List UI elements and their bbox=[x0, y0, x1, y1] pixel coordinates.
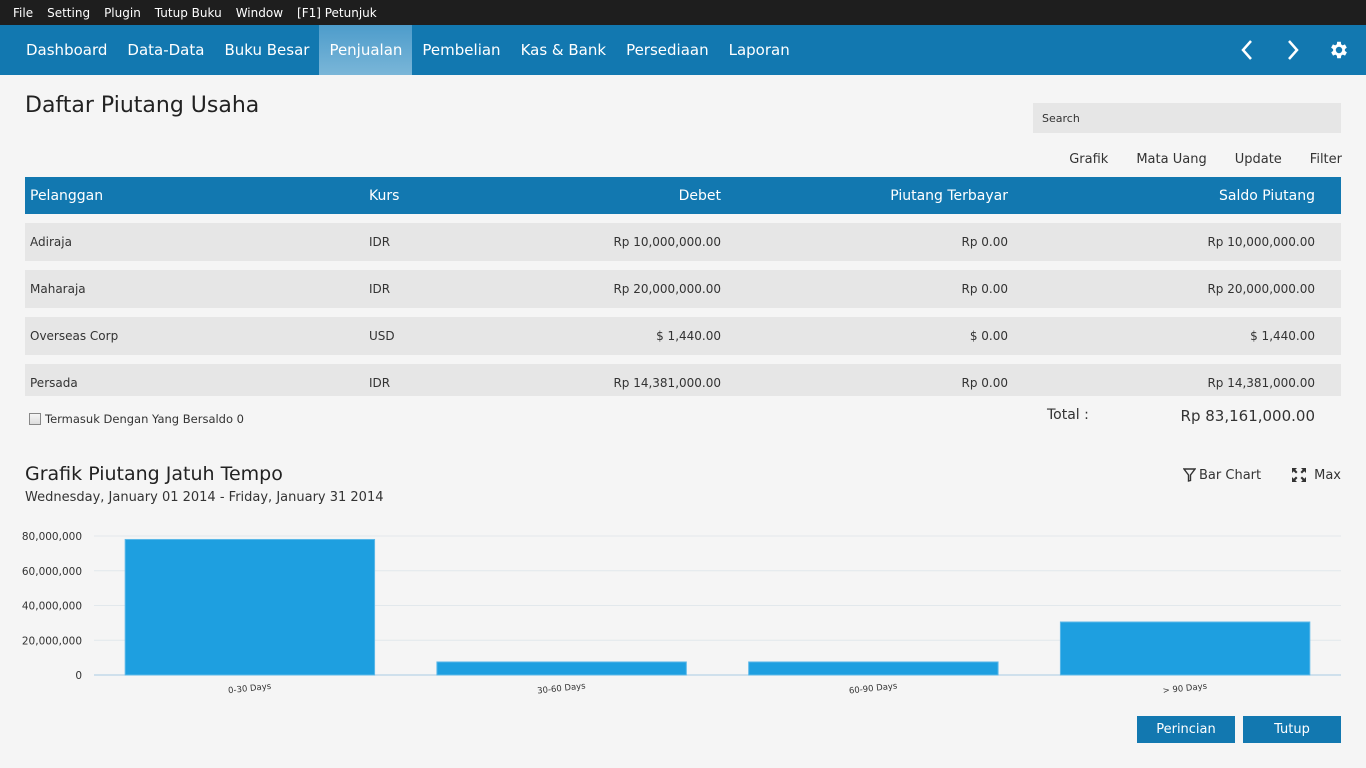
cell-pelanggan: Persada bbox=[25, 370, 364, 390]
cell-pelanggan: Maharaja bbox=[25, 282, 364, 296]
cell-debet: $ 1,440.00 bbox=[464, 329, 721, 343]
x-tick-label: 0-30 Days bbox=[228, 682, 273, 697]
cell-terbayar: Rp 0.00 bbox=[721, 370, 1008, 390]
main-nav: Dashboard Data-Data Buku Besar Penjualan… bbox=[0, 25, 1366, 75]
x-tick-label: 60-90 Days bbox=[848, 681, 898, 696]
cell-debet: Rp 10,000,000.00 bbox=[464, 235, 721, 249]
total-label: Total : bbox=[1047, 407, 1089, 423]
tab-pembelian[interactable]: Pembelian bbox=[412, 25, 510, 75]
tab-kas-bank[interactable]: Kas & Bank bbox=[511, 25, 617, 75]
bar--90-days bbox=[1060, 622, 1309, 675]
back-button[interactable] bbox=[1224, 25, 1270, 75]
tab-data-data[interactable]: Data-Data bbox=[117, 25, 214, 75]
cell-pelanggan: Overseas Corp bbox=[25, 329, 364, 343]
menu-tutup-buku[interactable]: Tutup Buku bbox=[148, 6, 229, 20]
mata-uang-link[interactable]: Mata Uang bbox=[1136, 152, 1206, 167]
table-row[interactable]: Maharaja IDR Rp 20,000,000.00 Rp 0.00 Rp… bbox=[25, 270, 1341, 308]
menu-setting[interactable]: Setting bbox=[40, 6, 97, 20]
cell-terbayar: Rp 0.00 bbox=[721, 282, 1008, 296]
y-tick-label: 40,000,000 bbox=[22, 601, 82, 613]
chevron-left-icon bbox=[1240, 39, 1254, 61]
receivables-table: Pelanggan Kurs Debet Piutang Terbayar Sa… bbox=[25, 177, 1341, 396]
checkbox-box[interactable] bbox=[29, 413, 41, 425]
cell-saldo: Rp 10,000,000.00 bbox=[1008, 235, 1315, 249]
cell-saldo: Rp 14,381,000.00 bbox=[1008, 370, 1315, 390]
cell-saldo: Rp 20,000,000.00 bbox=[1008, 282, 1315, 296]
update-link[interactable]: Update bbox=[1235, 152, 1282, 167]
tab-laporan[interactable]: Laporan bbox=[719, 25, 800, 75]
bar-chart-label: Bar Chart bbox=[1199, 468, 1261, 483]
filter-icon bbox=[1183, 468, 1196, 482]
filter-link[interactable]: Filter bbox=[1310, 152, 1342, 167]
chart-toolbar: Bar Chart Max bbox=[1153, 467, 1341, 483]
col-saldo-piutang[interactable]: Saldo Piutang bbox=[1008, 188, 1315, 204]
cell-terbayar: Rp 0.00 bbox=[721, 235, 1008, 249]
cell-terbayar: $ 0.00 bbox=[721, 329, 1008, 343]
menu-window[interactable]: Window bbox=[229, 6, 290, 20]
cell-kurs: IDR bbox=[364, 235, 464, 249]
bar-30-60-days bbox=[437, 662, 686, 675]
tab-buku-besar[interactable]: Buku Besar bbox=[214, 25, 319, 75]
table-header: Pelanggan Kurs Debet Piutang Terbayar Sa… bbox=[25, 177, 1341, 214]
cell-saldo: $ 1,440.00 bbox=[1008, 329, 1315, 343]
col-kurs[interactable]: Kurs bbox=[364, 188, 464, 204]
chart-date-range: Wednesday, January 01 2014 - Friday, Jan… bbox=[25, 490, 384, 505]
cell-debet: Rp 20,000,000.00 bbox=[464, 282, 721, 296]
grafik-link[interactable]: Grafik bbox=[1069, 152, 1108, 167]
gear-icon bbox=[1328, 39, 1350, 61]
tab-penjualan[interactable]: Penjualan bbox=[319, 25, 412, 75]
cell-kurs: USD bbox=[364, 329, 464, 343]
y-tick-label: 0 bbox=[75, 670, 82, 682]
maximize-icon bbox=[1291, 467, 1307, 483]
total-value: Rp 83,161,000.00 bbox=[1181, 407, 1315, 425]
table-row[interactable]: Persada IDR Rp 14,381,000.00 Rp 0.00 Rp … bbox=[25, 364, 1341, 396]
page-title: Daftar Piutang Usaha bbox=[25, 93, 259, 118]
cell-pelanggan: Adiraja bbox=[25, 235, 364, 249]
search-input[interactable] bbox=[1033, 103, 1341, 133]
cell-debet: Rp 14,381,000.00 bbox=[464, 370, 721, 390]
menu-petunjuk[interactable]: [F1] Petunjuk bbox=[290, 6, 384, 20]
menu-bar: File Setting Plugin Tutup Buku Window [F… bbox=[0, 0, 1366, 25]
chevron-right-icon bbox=[1286, 39, 1300, 61]
col-pelanggan[interactable]: Pelanggan bbox=[25, 188, 364, 204]
x-tick-label: 30-60 Days bbox=[537, 681, 587, 696]
menu-file[interactable]: File bbox=[6, 6, 40, 20]
col-debet[interactable]: Debet bbox=[464, 188, 721, 204]
chart-title: Grafik Piutang Jatuh Tempo bbox=[25, 463, 283, 485]
table-row[interactable]: Overseas Corp USD $ 1,440.00 $ 0.00 $ 1,… bbox=[25, 317, 1341, 355]
settings-button[interactable] bbox=[1316, 25, 1362, 75]
tab-persediaan[interactable]: Persediaan bbox=[616, 25, 719, 75]
tab-dashboard[interactable]: Dashboard bbox=[16, 25, 117, 75]
maximize-button[interactable]: Max bbox=[1291, 467, 1341, 483]
col-piutang-terbayar[interactable]: Piutang Terbayar bbox=[721, 188, 1008, 204]
bar-60-90-days bbox=[749, 662, 998, 675]
perincian-button[interactable]: Perincian bbox=[1137, 716, 1235, 743]
table-actions: Grafik Mata Uang Update Filter bbox=[1041, 152, 1342, 167]
y-tick-label: 20,000,000 bbox=[22, 635, 82, 647]
y-tick-label: 80,000,000 bbox=[22, 531, 82, 543]
x-tick-label: > 90 Days bbox=[1162, 682, 1208, 697]
menu-plugin[interactable]: Plugin bbox=[97, 6, 148, 20]
include-zero-label: Termasuk Dengan Yang Bersaldo 0 bbox=[45, 412, 244, 426]
bar-0-30-days bbox=[125, 539, 374, 675]
forward-button[interactable] bbox=[1270, 25, 1316, 75]
aging-bar-chart: 0 20,000,000 40,000,000 60,000,000 80,000,00… bbox=[0, 520, 1366, 705]
tutup-button[interactable]: Tutup bbox=[1243, 716, 1341, 743]
y-tick-label: 60,000,000 bbox=[22, 566, 82, 578]
cell-kurs: IDR bbox=[364, 282, 464, 296]
table-row[interactable]: Adiraja IDR Rp 10,000,000.00 Rp 0.00 Rp … bbox=[25, 223, 1341, 261]
include-zero-checkbox[interactable]: Termasuk Dengan Yang Bersaldo 0 bbox=[29, 412, 244, 426]
cell-kurs: IDR bbox=[364, 370, 464, 390]
max-label: Max bbox=[1314, 468, 1341, 483]
bar-chart-button[interactable]: Bar Chart bbox=[1183, 468, 1261, 483]
